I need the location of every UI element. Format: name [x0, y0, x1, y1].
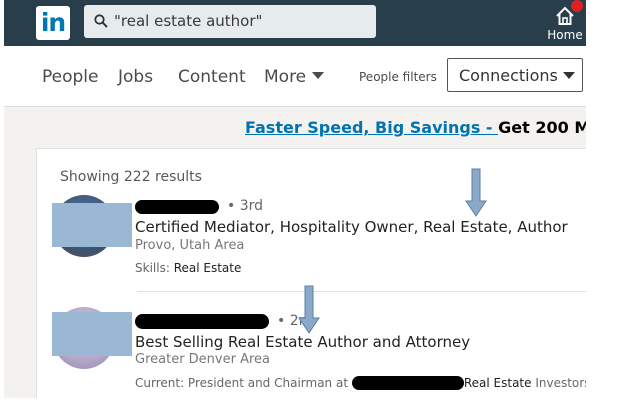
result-headline: Certified Mediator, Hospitality Owner, R…	[135, 218, 568, 236]
annotation-arrow-down-icon	[465, 168, 487, 217]
connections-dropdown[interactable]: Connections	[447, 58, 583, 92]
skills-label: Skills:	[135, 261, 174, 275]
linkedin-logo[interactable]: in	[36, 6, 70, 40]
tab-jobs[interactable]: Jobs	[118, 67, 153, 87]
notification-badge	[571, 0, 583, 12]
redacted-name[interactable]	[135, 314, 269, 329]
connection-degree: • 3rd	[227, 198, 264, 214]
chevron-down-icon	[312, 72, 325, 79]
people-filters-link[interactable]: People filters	[359, 70, 437, 84]
more-label: More	[264, 67, 307, 87]
tab-people[interactable]: People	[42, 67, 98, 87]
skills-value: Real Estate	[173, 261, 242, 275]
results-count: Showing 222 results	[60, 169, 202, 185]
tab-more[interactable]: More	[264, 67, 325, 87]
ad-link[interactable]: Faster Speed, Big Savings -	[245, 118, 498, 137]
search-input[interactable]: "real estate author"	[114, 12, 262, 30]
search-box[interactable]: "real estate author"	[84, 5, 376, 38]
result-headline: Best Selling Real Estate Author and Atto…	[135, 333, 471, 351]
linkedin-window: in "real estate author" Home People Jobs…	[4, 0, 586, 398]
redacted-photo-block	[52, 203, 132, 247]
connections-label: Connections	[459, 66, 558, 85]
current-company-value: Real Estate	[463, 376, 532, 390]
top-navigation-bar: in "real estate author" Home	[4, 0, 586, 46]
chevron-down-icon	[563, 72, 575, 79]
sponsored-ad-banner[interactable]: Faster Speed, Big Savings - Get 200 Mbps…	[245, 118, 586, 137]
search-results-card: Showing 222 results • 3rd Certified Medi…	[36, 148, 586, 398]
result-current-position: Current: President and Chairman at Real …	[135, 376, 586, 390]
redacted-photo-block	[52, 312, 132, 356]
search-filter-bar: People Jobs Content More People filters …	[4, 46, 586, 107]
tab-content[interactable]: Content	[178, 67, 246, 87]
search-icon	[94, 13, 108, 32]
result-location: Greater Denver Area	[135, 352, 271, 367]
redacted-company	[351, 376, 464, 390]
result-location: Provo, Utah Area	[135, 238, 245, 253]
home-nav-button[interactable]: Home	[544, 0, 586, 46]
annotation-arrow-down-icon	[298, 285, 320, 334]
redacted-name[interactable]	[135, 200, 219, 214]
current-company-suffix: Investors	[531, 376, 586, 390]
home-label: Home	[547, 28, 583, 42]
result-skills: Skills: Real Estate	[135, 261, 241, 275]
ad-text: Get 200 Mbps Inte	[498, 118, 586, 137]
current-label: Current: President and Chairman at	[135, 376, 352, 390]
result-divider	[137, 291, 586, 292]
